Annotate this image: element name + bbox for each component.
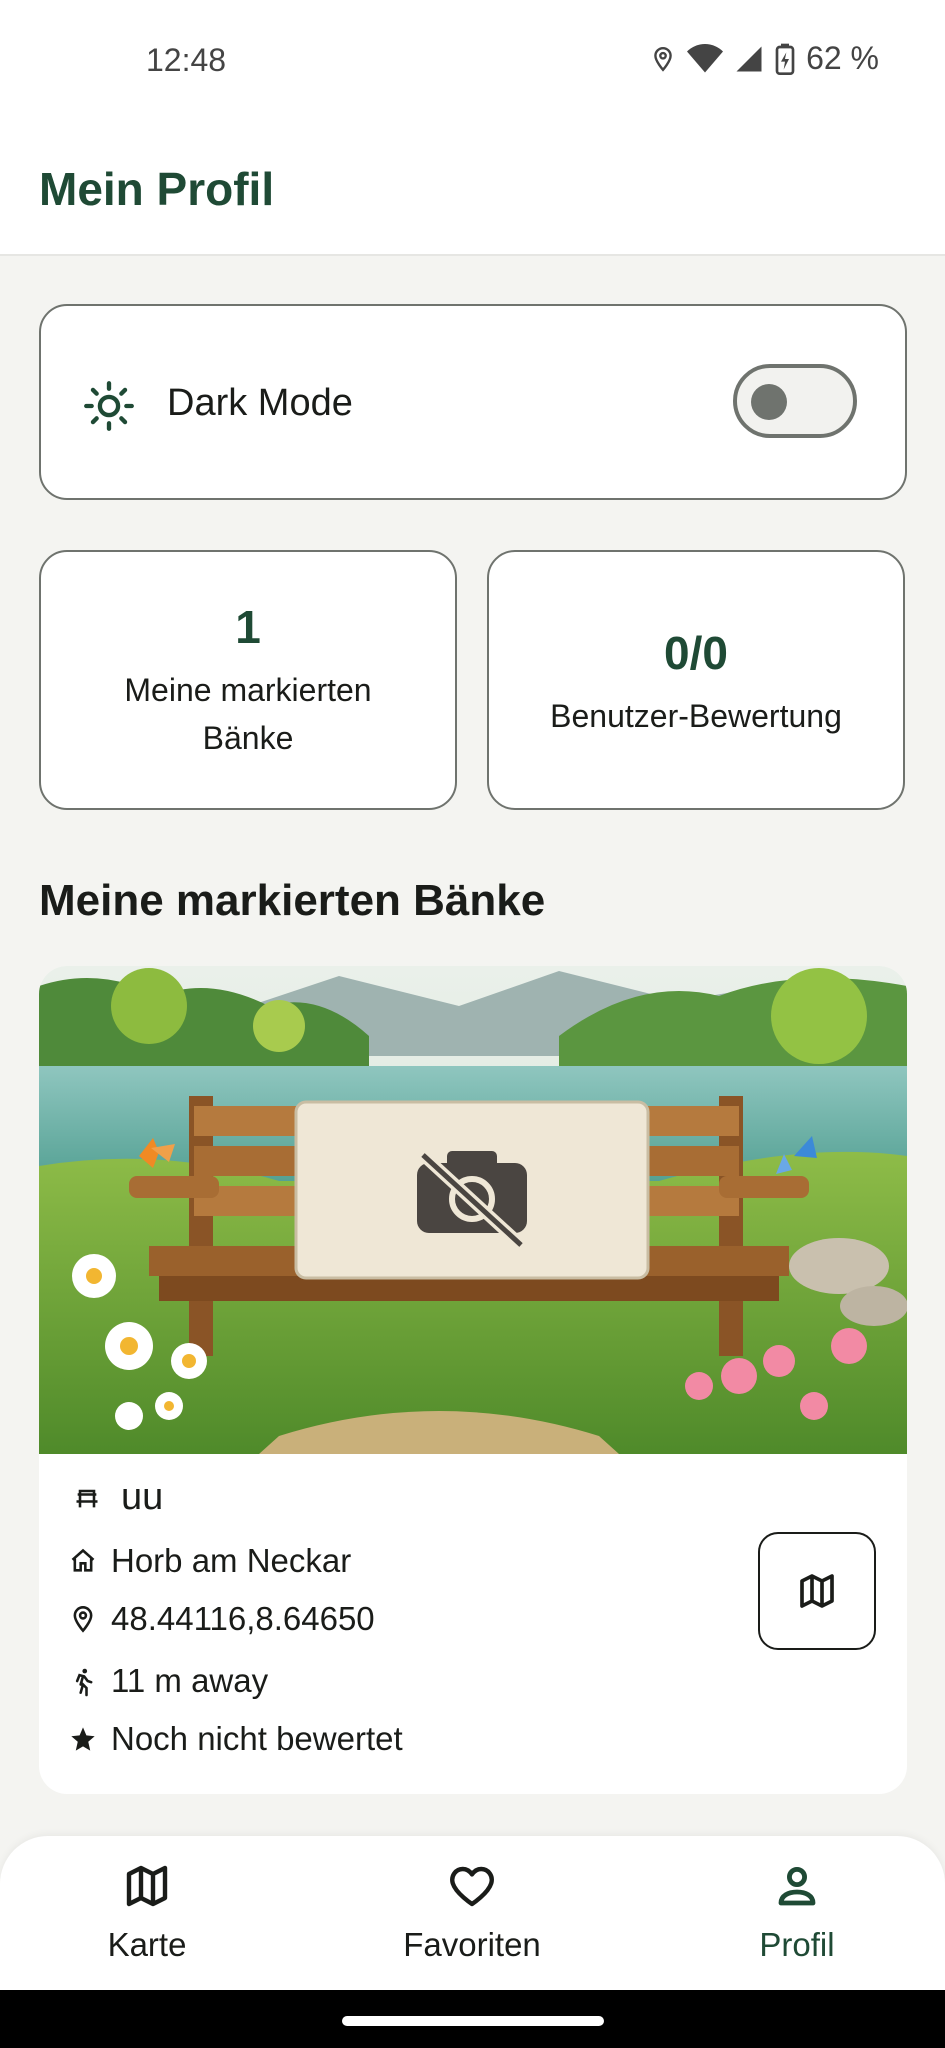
- walking-icon: [75, 1668, 93, 1697]
- map-icon: [126, 1865, 168, 1907]
- bench-rating-row: Noch nicht bewertet: [69, 1720, 403, 1758]
- nav-item-profil[interactable]: Profil: [677, 1836, 917, 1990]
- location-icon: [654, 46, 672, 72]
- section-title: Meine markierten Bänke: [39, 876, 546, 925]
- wifi-icon: [687, 43, 724, 72]
- home-icon: [71, 1548, 95, 1572]
- stat-label: Meine markierten Bänke: [124, 672, 372, 756]
- nav-item-favoriten[interactable]: Favoriten: [352, 1836, 592, 1990]
- stat-value: 0/0: [664, 627, 728, 679]
- stat-value: 1: [235, 601, 261, 653]
- home-gesture-handle[interactable]: [342, 2016, 604, 2026]
- bottom-navigation: Karte Favoriten Profil: [0, 1836, 945, 1990]
- person-icon: [778, 1867, 816, 1906]
- stat-card-user-rating: 0/0 Benutzer-Bewertung: [487, 550, 905, 810]
- bench-icon: [76, 1489, 98, 1507]
- bench-name-row: uu: [73, 1476, 163, 1519]
- sun-icon: [84, 381, 134, 431]
- dark-mode-toggle[interactable]: [733, 364, 857, 438]
- signal-icon: [736, 46, 762, 71]
- battery-percent: 62 %: [806, 40, 879, 76]
- battery-icon: [775, 43, 795, 75]
- map-icon: [800, 1574, 834, 1608]
- nav-item-karte[interactable]: Karte: [27, 1836, 267, 1990]
- bench-placeholder-image: [39, 966, 907, 1454]
- bench-card[interactable]: uu Horb am Neckar 48.44116,8.64650 11 m …: [39, 966, 907, 1794]
- dark-mode-label: Dark Mode: [167, 382, 353, 424]
- bench-name: uu: [121, 1476, 164, 1518]
- status-bar: 12:48 62 %: [0, 0, 945, 120]
- bench-coordinates: 48.44116,8.64650: [111, 1600, 375, 1637]
- location-pin-icon: [73, 1606, 93, 1633]
- status-time: 12:48: [146, 42, 227, 78]
- bench-city-row: Horb am Neckar: [69, 1542, 351, 1580]
- no-photo-icon: [417, 1150, 527, 1250]
- star-icon: [71, 1727, 95, 1751]
- heart-icon: [450, 1866, 494, 1907]
- bench-city: Horb am Neckar: [111, 1542, 352, 1579]
- nav-label: Karte: [107, 1926, 187, 1963]
- page-title: Mein Profil: [39, 163, 275, 215]
- stat-label: Benutzer-Bewertung: [550, 698, 842, 734]
- stat-card-marked-benches: 1 Meine markierten Bänke: [39, 550, 457, 810]
- bench-distance: 11 m away: [111, 1662, 269, 1699]
- nav-label: Favoriten: [403, 1926, 541, 1963]
- status-icons: 62 %: [650, 40, 879, 77]
- dark-mode-card: Dark Mode: [39, 304, 907, 500]
- toggle-knob: [751, 384, 787, 420]
- bench-distance-row: 11 m away: [69, 1662, 268, 1700]
- nav-label: Profil: [759, 1926, 835, 1963]
- bench-coordinates-row: 48.44116,8.64650: [69, 1600, 375, 1638]
- bench-rating: Noch nicht bewertet: [111, 1720, 403, 1757]
- show-on-map-button[interactable]: [758, 1532, 876, 1650]
